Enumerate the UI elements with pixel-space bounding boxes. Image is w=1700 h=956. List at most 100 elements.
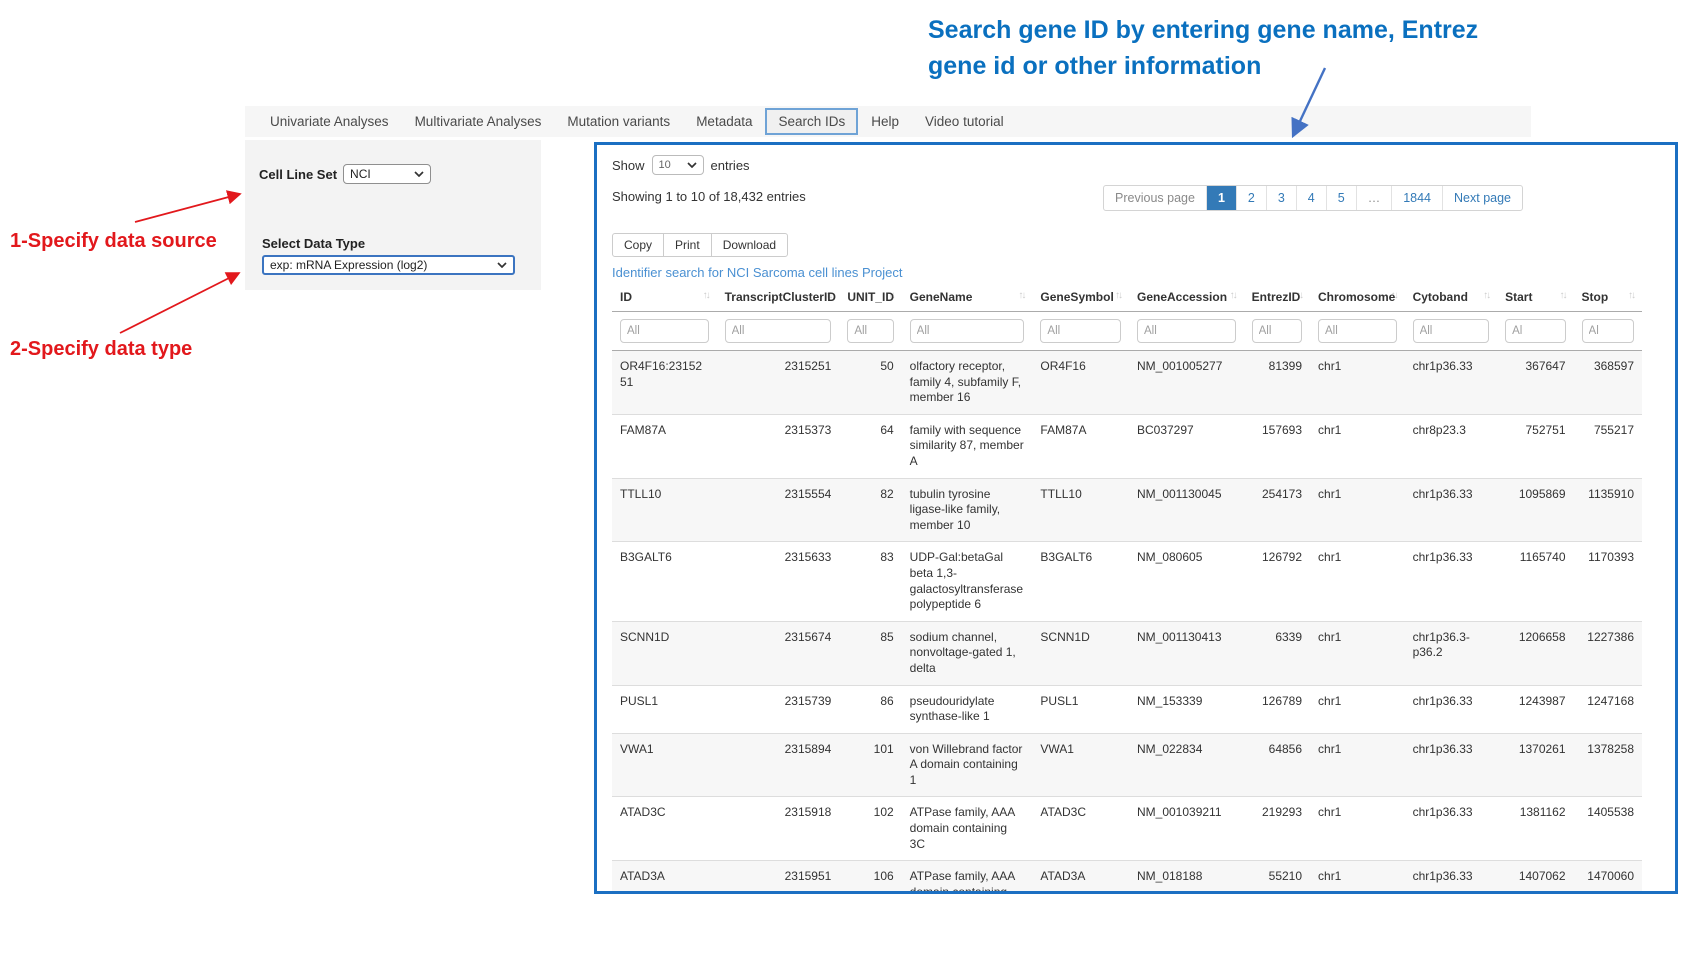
cell-chromosome: chr1 [1310, 797, 1405, 861]
table-header-row: ↑↓ID↑↓TranscriptClusterID↑↓UNIT_ID↑↓Gene… [612, 283, 1642, 312]
cell-gene-accession: NM_018188 [1129, 861, 1244, 894]
page-size-select[interactable]: 10 [652, 155, 704, 175]
cell-id: PUSL1 [612, 685, 717, 733]
chevron-down-icon [497, 262, 507, 268]
column-header-gene-symbol[interactable]: ↑↓GeneSymbol [1032, 283, 1129, 312]
sort-icon[interactable]: ↑↓ [703, 290, 709, 301]
cell-gene-name: family with sequence similarity 87, memb… [902, 414, 1033, 478]
print-button[interactable]: Print [663, 233, 712, 257]
page-button-1844[interactable]: 1844 [1391, 186, 1442, 210]
cell-chromosome: chr1 [1310, 414, 1405, 478]
sort-icon[interactable]: ↑↓ [1230, 290, 1236, 301]
cell-gene-accession: NM_080605 [1129, 542, 1244, 621]
cell-unit-id: 64 [839, 414, 901, 478]
column-header-entrez-id[interactable]: ↑↓EntrezID [1244, 283, 1310, 312]
sort-icon[interactable]: ↑↓ [1115, 290, 1121, 301]
column-header-unit-id[interactable]: ↑↓UNIT_ID [839, 283, 901, 312]
cell-gene-accession: NM_022834 [1129, 733, 1244, 797]
filter-input-gene-accession[interactable] [1137, 319, 1236, 343]
pagination-ellipsis: … [1356, 186, 1392, 210]
cell-stop: 755217 [1574, 414, 1642, 478]
cell-entrez-id: 157693 [1244, 414, 1310, 478]
cell-gene-name: tubulin tyrosine ligase-like family, mem… [902, 478, 1033, 542]
identifier-search-link[interactable]: Identifier search for NCI Sarcoma cell l… [612, 265, 902, 280]
column-header-stop[interactable]: ↑↓Stop [1574, 283, 1642, 312]
cell-stop: 368597 [1574, 351, 1642, 415]
column-header-chromosome[interactable]: ↑↓Chromosome [1310, 283, 1405, 312]
filter-input-gene-symbol[interactable] [1040, 319, 1121, 343]
page-button-4[interactable]: 4 [1296, 186, 1326, 210]
cell-unit-id: 102 [839, 797, 901, 861]
column-header-id[interactable]: ↑↓ID [612, 283, 717, 312]
cell-chromosome: chr1 [1310, 542, 1405, 621]
filter-input-start[interactable] [1505, 319, 1565, 343]
column-label: Start [1505, 290, 1532, 304]
cell-transcript-cluster-id: 2315373 [717, 414, 840, 478]
cell-cytoband: chr1p36.33 [1405, 478, 1498, 542]
tab-multivariate-analyses[interactable]: Multivariate Analyses [402, 114, 555, 129]
table-filter-row [612, 312, 1642, 351]
cell-unit-id: 83 [839, 542, 901, 621]
tab-univariate-analyses[interactable]: Univariate Analyses [257, 114, 402, 129]
cell-transcript-cluster-id: 2315951 [717, 861, 840, 894]
filter-input-cytoband[interactable] [1413, 319, 1490, 343]
next-page-button[interactable]: Next page [1442, 186, 1522, 210]
top-navbar: Univariate AnalysesMultivariate Analyses… [245, 106, 1531, 137]
page-button-1[interactable]: 1 [1206, 186, 1236, 210]
column-header-start[interactable]: ↑↓ Start [1497, 283, 1573, 312]
cell-gene-symbol: VWA1 [1032, 733, 1129, 797]
cell-gene-symbol: OR4F16 [1032, 351, 1129, 415]
previous-page-button[interactable]: Previous page [1104, 186, 1206, 210]
table-row: VWA12315894101von Willebrand factor A do… [612, 733, 1642, 797]
cell-id: TTLL10 [612, 478, 717, 542]
filter-input-id[interactable] [620, 319, 709, 343]
column-header-cytoband[interactable]: ↑↓Cytoband [1405, 283, 1498, 312]
cell-entrez-id: 6339 [1244, 621, 1310, 685]
cell-chromosome: chr1 [1310, 621, 1405, 685]
cell-gene-symbol: FAM87A [1032, 414, 1129, 478]
export-button-group: CopyPrintDownload [612, 233, 788, 257]
filter-input-chromosome[interactable] [1318, 319, 1397, 343]
entries-label: entries [711, 158, 750, 173]
sort-icon[interactable]: ↑↓ [1483, 290, 1489, 301]
red-arrow-data-type [120, 273, 239, 333]
tab-video-tutorial[interactable]: Video tutorial [912, 114, 1017, 129]
filter-input-stop[interactable] [1582, 319, 1634, 343]
download-button[interactable]: Download [711, 233, 788, 257]
copy-button[interactable]: Copy [612, 233, 664, 257]
cell-start: 1206658 [1497, 621, 1573, 685]
cell-id: OR4F16:2315251 [612, 351, 717, 415]
page-button-5[interactable]: 5 [1326, 186, 1356, 210]
sort-icon[interactable]: ↑↓ [1560, 290, 1566, 301]
cell-line-set-select[interactable]: NCI [343, 164, 431, 184]
filter-input-transcript-cluster-id[interactable] [725, 319, 832, 343]
tab-mutation-variants[interactable]: Mutation variants [554, 114, 683, 129]
filter-input-entrez-id[interactable] [1252, 319, 1302, 343]
table-row: OR4F16:2315251231525150olfactory recepto… [612, 351, 1642, 415]
cell-start: 1165740 [1497, 542, 1573, 621]
page-button-3[interactable]: 3 [1266, 186, 1296, 210]
table-row: ATAD3A2315951106ATPase family, AAA domai… [612, 861, 1642, 894]
filter-input-unit-id[interactable] [847, 319, 893, 343]
tab-search-ids[interactable]: Search IDs [765, 108, 858, 135]
cell-chromosome: chr1 [1310, 478, 1405, 542]
column-header-gene-name[interactable]: ↑↓GeneName [902, 283, 1033, 312]
cell-gene-accession: NM_001039211 [1129, 797, 1244, 861]
tab-metadata[interactable]: Metadata [683, 114, 765, 129]
cell-transcript-cluster-id: 2315894 [717, 733, 840, 797]
cell-gene-symbol: ATAD3A [1032, 861, 1129, 894]
cell-unit-id: 82 [839, 478, 901, 542]
annotation-step1: 1-Specify data source [10, 230, 217, 253]
chevron-down-icon [687, 162, 697, 168]
gene-id-table: ↑↓ID↑↓TranscriptClusterID↑↓UNIT_ID↑↓Gene… [612, 283, 1642, 894]
cell-entrez-id: 55210 [1244, 861, 1310, 894]
cell-entrez-id: 254173 [1244, 478, 1310, 542]
page-button-2[interactable]: 2 [1236, 186, 1266, 210]
column-header-transcript-cluster-id[interactable]: ↑↓TranscriptClusterID [717, 283, 840, 312]
data-type-select[interactable]: exp: mRNA Expression (log2) [262, 255, 515, 275]
sort-icon[interactable]: ↑↓ [1018, 290, 1024, 301]
column-header-gene-accession[interactable]: ↑↓GeneAccession [1129, 283, 1244, 312]
filter-input-gene-name[interactable] [910, 319, 1025, 343]
sort-icon[interactable]: ↑↓ [1628, 290, 1634, 301]
tab-help[interactable]: Help [858, 114, 912, 129]
